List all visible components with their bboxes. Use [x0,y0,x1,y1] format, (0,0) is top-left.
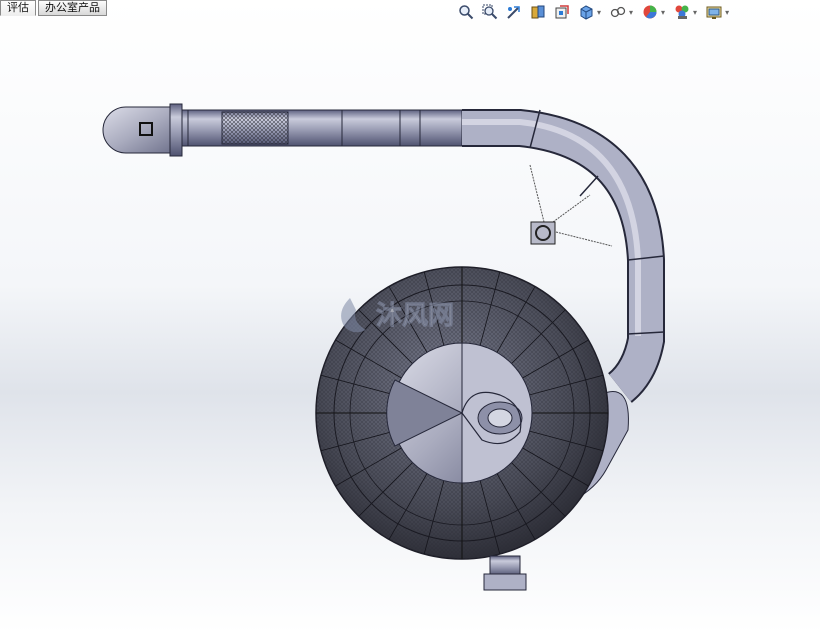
display-style-icon[interactable] [608,2,628,22]
chevron-down-icon[interactable]: ▾ [629,8,633,17]
chevron-down-icon[interactable]: ▾ [725,8,729,17]
pipe-end-fitting [102,103,183,157]
tab-office-products[interactable]: 办公室产品 [38,0,107,16]
graphics-area[interactable]: 沐风网 [0,0,820,633]
zoom-to-area-icon[interactable] [480,2,500,22]
command-manager-tabs: 评估 办公室产品 [0,0,107,16]
hide-show-items-icon[interactable] [640,2,660,22]
previous-view-icon[interactable] [504,2,524,22]
heads-up-view-toolbar: ▾ ▾ ▾ ▾ ▾ [456,2,732,22]
chevron-down-icon[interactable]: ▾ [597,8,601,17]
straight-pipe [159,109,466,147]
chevron-down-icon[interactable]: ▾ [661,8,665,17]
chevron-down-icon[interactable]: ▾ [693,8,697,17]
dynamic-annotation-view-icon[interactable] [552,2,572,22]
watermark-text: 沐风网 [376,301,454,331]
zoom-to-fit-icon[interactable] [456,2,476,22]
section-view-icon[interactable] [528,2,548,22]
tab-evaluate[interactable]: 评估 [0,0,36,16]
edit-appearance-icon[interactable] [672,2,692,22]
apply-scene-icon[interactable] [704,2,724,22]
view-orientation-icon[interactable] [576,2,596,22]
outlet-nozzle [483,555,527,591]
